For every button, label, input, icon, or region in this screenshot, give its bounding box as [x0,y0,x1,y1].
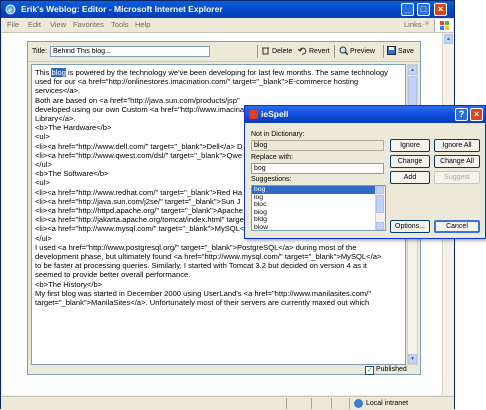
scroll-up-icon[interactable]: ▲ [408,65,417,75]
links-chevron-icon[interactable]: » [425,20,429,27]
scroll-down-icon[interactable] [376,222,384,230]
revert-icon [298,47,307,55]
cancel-button[interactable]: Cancel [434,220,480,233]
iespell-dialog: ieSpell ? × Not in Dictionary: blog Repl… [244,105,486,239]
editor-toolbar: Title: Delete Revert Preview Save [28,42,420,62]
scroll-up-icon[interactable]: ▲ [444,34,453,44]
replace-with-input[interactable]: bog [251,163,384,174]
editor-line: used for our <a href="http://onlinestore… [35,77,359,87]
published-checkbox[interactable]: ✓ Published [365,366,407,375]
save-button[interactable]: Save [387,45,414,58]
minimize-button[interactable]: _ [401,3,414,16]
editor-line: This blog is powered by the technology w… [35,68,388,77]
editor-line: development phase, but ultimately found … [35,252,382,262]
published-label: Published [376,366,407,373]
editor-line: to be faster at processing queries. Simi… [35,261,367,271]
not-in-dictionary-field: blog [251,140,384,151]
suggestion-item[interactable]: blow [252,224,375,230]
editor-line: target="_blank">ManilaSites</a>. Unfortu… [35,298,370,308]
title-input[interactable] [50,46,210,57]
not-in-dictionary-label: Not in Dictionary: [251,131,305,138]
menu-file[interactable]: File [7,20,19,29]
change-all-button[interactable]: Change All [434,155,480,168]
scroll-down-icon[interactable]: ▼ [408,354,417,364]
delete-label: Delete [272,48,293,55]
dialog-title: ieSpell [261,109,289,119]
title-label: Title: [32,48,47,55]
revert-label: Revert [309,48,330,55]
revert-button[interactable]: Revert [298,45,330,58]
scrollbar-thumb[interactable] [376,195,384,213]
dialog-close-button[interactable]: × [470,108,483,121]
menu-view[interactable]: View [50,20,66,29]
svg-text:e: e [8,6,12,15]
save-icon [387,46,396,55]
toolbar-separator [257,45,258,58]
menu-bar: File Edit View Favorites Tools Help Link… [1,18,454,33]
iespell-icon [249,110,258,119]
preview-label: Preview [350,48,375,55]
toolbar-separator [383,45,384,58]
menu-edit[interactable]: Edit [28,20,41,29]
editor-line: services</a>. [35,86,81,96]
status-divider [286,398,287,409]
preview-button[interactable]: Preview [339,45,375,58]
security-zone-label: Local intranet [366,400,409,407]
editor-line: seemed to provide better overall perform… [35,270,191,280]
suggestion-item[interactable]: bloc [252,201,375,209]
suggestions-list[interactable]: bog log bloc biog bldg blow [251,185,386,231]
status-divider [331,398,332,409]
ignore-button[interactable]: Ignore [390,139,430,152]
browser-titlebar: e Erik's Weblog: Editor - Microsoft Inte… [1,1,454,18]
suggestions-scrollbar[interactable] [375,186,385,230]
editor-line: I used <a href="http://www.postgresql.or… [35,242,357,252]
toolbar-separator [334,45,335,58]
status-bar: Local intranet [1,396,454,410]
dialog-titlebar: ieSpell ? × [245,106,485,123]
change-button[interactable]: Change [390,155,430,168]
suggestion-item[interactable]: bldg [252,216,375,224]
ignore-all-button[interactable]: Ignore All [434,139,480,152]
replace-with-label: Replace with: [251,154,294,161]
maximize-button[interactable]: □ [417,3,430,16]
status-divider [311,398,312,409]
suggestions-label: Suggestions: [251,176,292,183]
menu-favorites[interactable]: Favorites [73,20,104,29]
delete-icon [262,47,269,55]
suggestion-item[interactable]: bog [252,186,375,194]
preview-icon [339,46,348,55]
help-button[interactable]: ? [455,108,468,121]
suggest-button[interactable]: Suggest [434,171,480,184]
suggestion-item[interactable]: log [252,194,375,202]
window-title: Erik's Weblog: Editor - Microsoft Intern… [21,4,223,14]
windows-logo-icon [434,19,453,32]
close-button[interactable]: × [434,3,447,16]
delete-button[interactable]: Delete [261,45,292,58]
options-button[interactable]: Options... [390,220,430,233]
checkmark-icon: ✓ [365,366,374,375]
ie-logo-icon: e [5,4,16,15]
save-label: Save [398,48,414,55]
suggestion-item[interactable]: biog [252,209,375,217]
intranet-zone-icon [354,399,363,408]
editor-line: My first blog was started in December 20… [35,288,372,298]
editor-line: Both are based on <a href="http://java.s… [35,95,240,105]
add-button[interactable]: Add [390,171,430,184]
status-divider [349,398,350,409]
links-toolbar[interactable]: Links [404,20,422,29]
editor-line: <b>The History</b> [35,279,103,289]
menu-tools[interactable]: Tools [111,20,129,29]
menu-help[interactable]: Help [135,20,150,29]
misspelled-word-highlight: blog [51,68,66,77]
scroll-up-icon[interactable] [376,186,384,194]
